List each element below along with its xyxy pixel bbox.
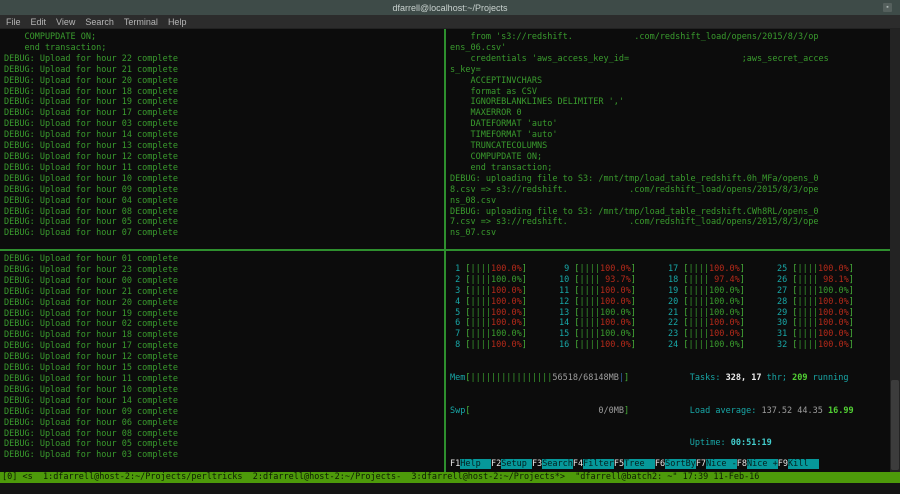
cpu-meter-20: 20 [||||100.0%]: [668, 297, 777, 308]
cpu-meter-8: 8 [||||100.0%]: [450, 340, 559, 351]
cpu-meter-18: 18 [|||| 97.4%]: [668, 275, 777, 286]
scrollbar-thumb[interactable]: [891, 380, 899, 470]
cpu-meter-32: 32 [||||100.0%]: [777, 340, 886, 351]
fkey-f2-setup[interactable]: F2Setup: [491, 459, 532, 470]
terminal-window: dfarrell@localhost:~/Projects ▪ File Edi…: [0, 0, 900, 494]
tasks-summary: Tasks: 328, 17 thr; 209 running: [690, 373, 886, 384]
cpu-meter-13: 13 [||||100.0%]: [559, 308, 668, 319]
cpu-meter-14: 14 [||||100.0%]: [559, 318, 668, 329]
terminal-scrollbar[interactable]: [890, 29, 900, 472]
pane-top-right-log[interactable]: from 's3://redshift. .com/redshift_load/…: [446, 29, 890, 249]
log-text: COMPUPDATE ON; end transaction; DEBUG: U…: [4, 32, 440, 239]
memory-meters: Mem[||||||||||||||||56518/68148MB|] Swp[…: [450, 351, 886, 471]
htop-function-keys: F1Help F2Setup F3SearchF4FilterF5Tree F6…: [450, 459, 888, 470]
cpu-meter-10: 10 [|||| 93.7%]: [559, 275, 668, 286]
fkey-f8-nice+[interactable]: F8Nice +: [737, 459, 778, 470]
cpu-meter-21: 21 [||||100.0%]: [668, 308, 777, 319]
pane-htop[interactable]: 1 [||||100.0%] 2 [||||100.0%] 3 [||||100…: [446, 251, 890, 472]
menu-help[interactable]: Help: [168, 17, 187, 27]
menu-terminal[interactable]: Terminal: [124, 17, 158, 27]
window-bottom-filler: [0, 483, 900, 494]
cpu-meter-1: 1 [||||100.0%]: [450, 264, 559, 275]
log-text: from 's3://redshift. .com/redshift_load/…: [450, 32, 886, 239]
window-title: dfarrell@localhost:~/Projects: [393, 3, 508, 13]
fkey-f7-nice-[interactable]: F7Nice -: [696, 459, 737, 470]
cpu-meter-11: 11 [||||100.0%]: [559, 286, 668, 297]
cpu-meter-9: 9 [||||100.0%]: [559, 264, 668, 275]
cpu-meter-16: 16 [||||100.0%]: [559, 340, 668, 351]
cpu-meter-25: 25 [||||100.0%]: [777, 264, 886, 275]
tmux-status-bar: [0] <s 1:dfarrell@host-2:~/Projects/perl…: [0, 472, 900, 483]
tmux-window-2[interactable]: 2:dfarrell@host-2:~/Projects-: [253, 472, 412, 482]
cpu-meter-22: 22 [||||100.0%]: [668, 318, 777, 329]
cpu-meter-4: 4 [||||100.0%]: [450, 297, 559, 308]
cpu-meter-30: 30 [||||100.0%]: [777, 318, 886, 329]
menu-view[interactable]: View: [56, 17, 75, 27]
fkey-f1-help[interactable]: F1Help: [450, 459, 491, 470]
cpu-meter-3: 3 [||||100.0%]: [450, 286, 559, 297]
fkey-f6-sortby[interactable]: F6SortBy: [655, 459, 696, 470]
cpu-meter-23: 23 [||||100.0%]: [668, 329, 777, 340]
cpu-meter-29: 29 [||||100.0%]: [777, 308, 886, 319]
menu-search[interactable]: Search: [85, 17, 114, 27]
close-icon[interactable]: ▪: [883, 3, 892, 12]
fkey-f5-tree[interactable]: F5Tree: [614, 459, 655, 470]
cpu-meter-grid: 1 [||||100.0%] 2 [||||100.0%] 3 [||||100…: [450, 264, 886, 351]
cpu-meter-28: 28 [||||100.0%]: [777, 297, 886, 308]
cpu-meter-15: 15 [||||100.0%]: [559, 329, 668, 340]
cpu-meter-12: 12 [||||100.0%]: [559, 297, 668, 308]
cpu-meter-5: 5 [||||100.0%]: [450, 308, 559, 319]
cpu-meter-27: 27 [||||100.0%]: [777, 286, 886, 297]
tmux-status-right: "dfarrell@batch2: ~" 17:39 11-Feb-16: [575, 472, 759, 482]
tmux-session-name: [0] <s: [2, 472, 43, 482]
pane-top-left-log[interactable]: COMPUPDATE ON; end transaction; DEBUG: U…: [0, 29, 444, 249]
cpu-meter-26: 26 [|||| 98.1%]: [777, 275, 886, 286]
tmux-session: COMPUPDATE ON; end transaction; DEBUG: U…: [0, 29, 900, 472]
fkey-f9-kill[interactable]: F9Kill: [778, 459, 819, 470]
tmux-window-3[interactable]: 3:dfarrell@host-2:~/Projects*>: [411, 472, 575, 482]
log-text: DEBUG: Upload for hour 01 complete DEBUG…: [4, 254, 440, 461]
menu-file[interactable]: File: [6, 17, 21, 27]
load-average: Load average: 137.52 44.35 16.99: [690, 406, 886, 417]
cpu-meter-17: 17 [||||100.0%]: [668, 264, 777, 275]
swap-meter: Swp[ 0/0MB]: [450, 406, 690, 417]
cpu-meter-7: 7 [||||100.0%]: [450, 329, 559, 340]
cpu-meter-24: 24 [||||100.0%]: [668, 340, 777, 351]
menu-edit[interactable]: Edit: [31, 17, 47, 27]
cpu-meter-19: 19 [||||100.0%]: [668, 286, 777, 297]
window-titlebar: dfarrell@localhost:~/Projects ▪: [0, 0, 900, 15]
cpu-meter-6: 6 [||||100.0%]: [450, 318, 559, 329]
uptime: Uptime: 00:51:19: [690, 438, 886, 449]
cpu-meter-31: 31 [||||100.0%]: [777, 329, 886, 340]
cpu-meter-2: 2 [||||100.0%]: [450, 275, 559, 286]
fkey-f3-search[interactable]: F3Search: [532, 459, 573, 470]
fkey-f4-filter[interactable]: F4Filter: [573, 459, 614, 470]
pane-bottom-left-log[interactable]: DEBUG: Upload for hour 01 complete DEBUG…: [0, 251, 444, 472]
tmux-window-1[interactable]: 1:dfarrell@host-2:~/Projects/perltricks: [43, 472, 253, 482]
menu-bar: File Edit View Search Terminal Help: [0, 15, 900, 29]
mem-meter: Mem[||||||||||||||||56518/68148MB|]: [450, 373, 690, 384]
